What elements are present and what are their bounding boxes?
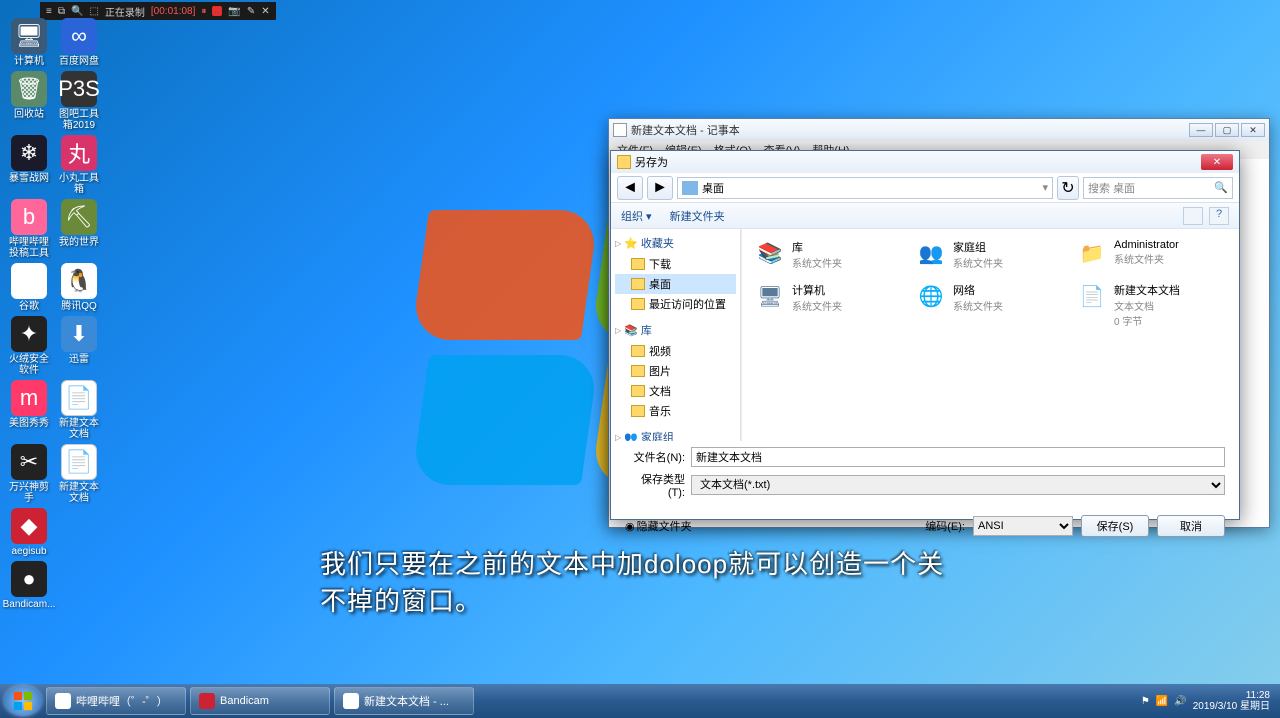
breadcrumb[interactable]: 桌面 ▾	[677, 177, 1053, 199]
filetype-label: 保存类型(T):	[625, 471, 685, 499]
desktop-icon[interactable]: ◆aegisub	[8, 508, 50, 557]
encoding-select[interactable]: ANSI	[973, 516, 1073, 536]
file-item[interactable]: 📄新建文本文档文本文档0 字节	[1074, 280, 1229, 330]
dialog-titlebar[interactable]: 另存为 ✕	[611, 151, 1239, 173]
new-folder-button[interactable]: 新建文件夹	[670, 208, 725, 224]
video-subtitle: 我们只要在之前的文本中加doloop就可以创造一个关不掉的窗口。	[320, 544, 960, 618]
desktop-icon[interactable]: P3S图吧工具箱2019	[58, 71, 100, 131]
desktop-icon[interactable]: 丸小丸工具箱	[58, 135, 100, 195]
tree-favorites[interactable]: ⭐ 收藏夹	[615, 235, 736, 251]
desktop-icon[interactable]: ∞百度网盘	[58, 18, 100, 67]
folder-tree: ⭐ 收藏夹 下载桌面最近访问的位置 📚 库 视频图片文档音乐 👥 家庭组	[611, 229, 741, 441]
file-item[interactable]: 🖥计算机系统文件夹	[752, 280, 907, 330]
view-options-button[interactable]	[1183, 207, 1203, 225]
taskbar: 哔哩哔哩（゜-゜）Bandicam新建文本文档 - ... ⚑ 📶 🔊 11:2…	[0, 684, 1280, 718]
camera-icon[interactable]: 📷	[228, 6, 240, 17]
tree-item[interactable]: 视频	[615, 341, 736, 361]
pencil-icon[interactable]: ✎	[247, 6, 255, 17]
tree-item[interactable]: 桌面	[615, 274, 736, 294]
tray-network-icon[interactable]: 📶	[1156, 696, 1168, 707]
tree-item[interactable]: 最近访问的位置	[615, 294, 736, 314]
refresh-button[interactable]: ↻	[1057, 176, 1079, 200]
clock[interactable]: 11:28 2019/3/10 星期日	[1193, 690, 1270, 712]
dialog-nav: ◄ ► 桌面 ▾ ↻ 搜索 桌面 🔍	[611, 173, 1239, 203]
desktop-icon[interactable]: ✂万兴神剪手	[8, 444, 50, 504]
save-as-dialog: 另存为 ✕ ◄ ► 桌面 ▾ ↻ 搜索 桌面 🔍 组织 ▾ 新建文件夹 ?	[610, 150, 1240, 520]
desktop-icon[interactable]: ⛏我的世界	[58, 199, 100, 259]
desktop-icon	[682, 181, 698, 195]
desktop-icon[interactable]: 🐧腾讯QQ	[58, 263, 100, 312]
minimize-button[interactable]: —	[1189, 123, 1213, 137]
tree-homegroup[interactable]: 👥 家庭组	[615, 429, 736, 441]
tray-volume-icon[interactable]: 🔊	[1174, 696, 1186, 707]
help-button[interactable]: ?	[1209, 207, 1229, 225]
desktop-icon[interactable]: 🗑回收站	[8, 71, 50, 131]
desktop-icon[interactable]: ❄暴雪战网	[8, 135, 50, 195]
filename-label: 文件名(N):	[625, 449, 685, 465]
close-button[interactable]: ✕	[1241, 123, 1265, 137]
desktop-icon[interactable]: 🖥计算机	[8, 18, 50, 67]
filetype-select[interactable]: 文本文档(*.txt)	[691, 475, 1225, 495]
file-item[interactable]: 📚库系统文件夹	[752, 237, 907, 272]
notepad-title: 新建文本文档 - 记事本	[631, 122, 740, 138]
desktop-icon[interactable]: 📄新建文本文档	[58, 444, 100, 504]
organize-menu[interactable]: 组织 ▾	[621, 208, 652, 224]
filename-input[interactable]	[691, 447, 1225, 467]
close-icon[interactable]: ✕	[261, 6, 269, 17]
document-icon	[613, 123, 627, 137]
hide-folders-toggle[interactable]: ◉ 隐藏文件夹	[625, 518, 692, 534]
tree-item[interactable]: 下载	[615, 254, 736, 274]
record-icon[interactable]	[212, 6, 222, 16]
dialog-toolbar: 组织 ▾ 新建文件夹 ?	[611, 203, 1239, 229]
file-list: 📚库系统文件夹👥家庭组系统文件夹📁Administrator系统文件夹 🖥计算机系…	[741, 229, 1239, 441]
desktop-icon[interactable]: ✦火绒安全软件	[8, 316, 50, 376]
desktop-icon[interactable]: ◉谷歌	[8, 263, 50, 312]
desktop-icon[interactable]: m美图秀秀	[8, 380, 50, 440]
desktop-icon[interactable]: b哔哩哔哩投稿工具	[8, 199, 50, 259]
file-item[interactable]: 👥家庭组系统文件夹	[913, 237, 1068, 272]
file-item[interactable]: 📁Administrator系统文件夹	[1074, 237, 1229, 272]
desktop-icon[interactable]: ●Bandicam...	[8, 561, 50, 610]
tree-item[interactable]: 图片	[615, 361, 736, 381]
system-tray[interactable]: ⚑ 📶 🔊 11:28 2019/3/10 星期日	[1141, 690, 1276, 712]
close-button[interactable]: ✕	[1201, 154, 1233, 170]
desktop-icon[interactable]: 📄新建文本文档	[58, 380, 100, 440]
folder-icon	[617, 155, 631, 169]
tray-flag-icon[interactable]: ⚑	[1141, 696, 1150, 707]
desktop: ≡⧉🔍⬚ 正在录制 [00:01:08] ⏸ 📷 ✎ ✕ 🖥计算机∞百度网盘🗑回…	[0, 0, 1280, 718]
taskbar-item[interactable]: Bandicam	[190, 687, 330, 715]
taskbar-item[interactable]: 哔哩哔哩（゜-゜）	[46, 687, 186, 715]
cancel-button[interactable]: 取消	[1157, 515, 1225, 537]
file-item[interactable]: 🌐网络系统文件夹	[913, 280, 1068, 330]
dialog-title: 另存为	[635, 154, 668, 170]
start-button[interactable]	[4, 686, 42, 716]
save-button[interactable]: 保存(S)	[1081, 515, 1149, 537]
maximize-button[interactable]: ▢	[1215, 123, 1239, 137]
encoding-label: 编码(E):	[925, 518, 965, 534]
search-icon: 🔍	[1214, 181, 1228, 194]
tree-item[interactable]: 文档	[615, 381, 736, 401]
forward-button[interactable]: ►	[647, 176, 673, 200]
search-input[interactable]: 搜索 桌面 🔍	[1083, 177, 1233, 199]
tree-item[interactable]: 音乐	[615, 401, 736, 421]
taskbar-item[interactable]: 新建文本文档 - ...	[334, 687, 474, 715]
notepad-titlebar[interactable]: 新建文本文档 - 记事本 — ▢ ✕	[609, 119, 1269, 141]
back-button[interactable]: ◄	[617, 176, 643, 200]
tree-libraries[interactable]: 📚 库	[615, 322, 736, 338]
desktop-icon[interactable]: ⬇迅雷	[58, 316, 100, 376]
